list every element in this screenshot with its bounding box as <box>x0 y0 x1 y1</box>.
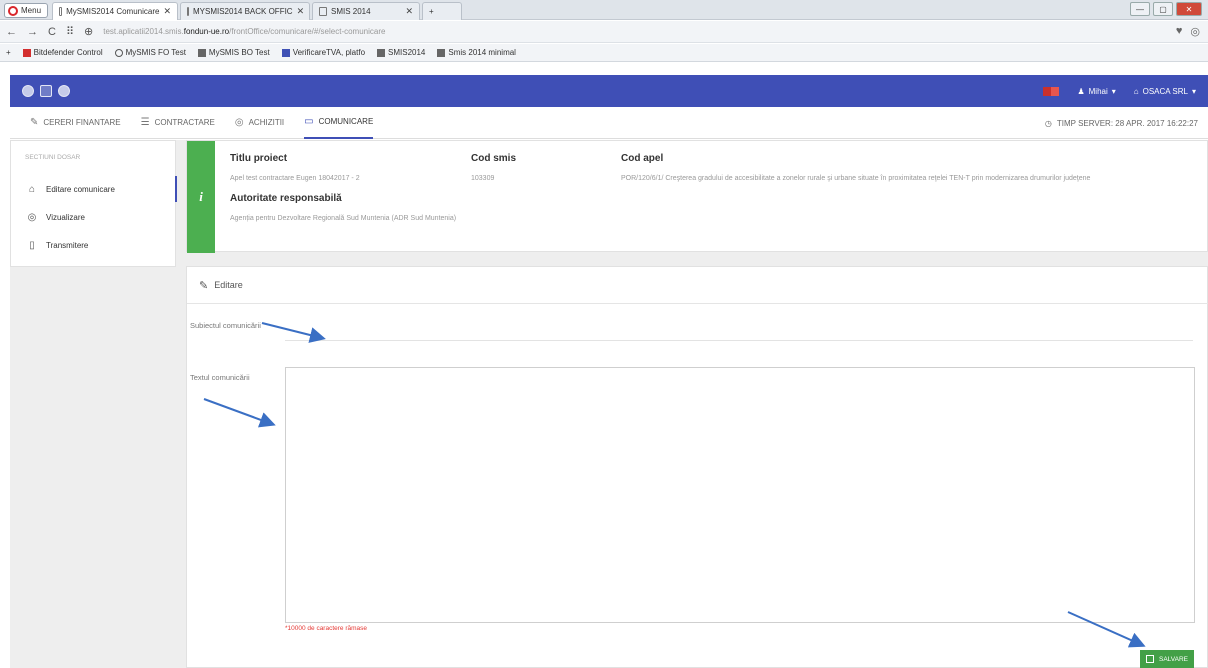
save-button[interactable]: SALVARE <box>1140 650 1194 668</box>
language-flag-icon[interactable] <box>1043 86 1060 96</box>
caret-down-icon: ▾ <box>1111 86 1116 96</box>
main-nav: ✎ CERERI FINANTARE ☰ CONTRACTARE ◎ ACHIZITI… <box>10 107 1208 139</box>
project-info-card: i Titlu proiect Apel test contractare Eu… <box>186 140 1208 253</box>
tva-icon <box>281 48 290 57</box>
new-tab-button[interactable]: + <box>422 2 462 20</box>
cod-apel-value: POR/120/6/1/ Creşterea gradului de acces… <box>621 175 1091 182</box>
titlu-proiect-label: Titlu proiect <box>230 153 288 164</box>
pencil-icon: ✎ <box>199 279 209 292</box>
edit-card-header: ✎ Editare <box>187 267 1208 304</box>
message-textarea[interactable] <box>285 367 1195 623</box>
page-icon <box>319 7 327 16</box>
browser-tab-comunicare[interactable]: MySMIS2014 Comunicare ✕ <box>52 2 178 20</box>
eu-logo-icon[interactable] <box>22 85 34 97</box>
sidebar-item-transmitere[interactable]: ▯ Transmitere <box>11 232 177 258</box>
lock-icon: ⊕ <box>84 26 94 38</box>
gov-logo-icon[interactable] <box>40 85 52 97</box>
page-icon <box>187 7 189 16</box>
cod-apel-label: Cod apel <box>621 153 664 164</box>
stack-icon: ◎ <box>234 117 244 128</box>
close-tab-icon[interactable]: ✕ <box>405 6 413 17</box>
edit-card: ✎ Editare Subiectul comunicării Textul c… <box>186 266 1208 668</box>
folder-icon <box>377 48 386 57</box>
close-tab-icon[interactable]: ✕ <box>297 6 305 17</box>
bookmark-smis2014[interactable]: SMIS2014 <box>377 48 425 57</box>
autoritate-label: Autoritate responsabilă <box>230 193 342 204</box>
send-icon: ▯ <box>29 239 35 251</box>
window-controls: — ▢ ✕ <box>1130 2 1202 16</box>
stack-icon: ◎ <box>27 211 37 223</box>
bank-icon: ⌂ <box>1133 86 1139 96</box>
sidebar: SECTIUNI DOSAR ⌂ Editare comunicare ◎ Vizu… <box>10 140 177 267</box>
back-icon[interactable]: ← <box>6 26 17 38</box>
browser-tab-backoffice[interactable]: MYSMIS2014 BACK OFFIC ✕ <box>180 2 310 20</box>
circle-icon <box>114 48 123 57</box>
organization-menu[interactable]: ⌂ OSACA SRL ▾ <box>1134 87 1196 96</box>
bitdefender-icon <box>22 48 31 57</box>
titlu-proiect-value: Apel test contractare Eugen 18042017 - 2 <box>230 175 360 182</box>
bookmarks-bar: + Bitdefender Control MySMIS FO Test MyS… <box>0 44 1208 62</box>
subject-label: Subiectul comunicării <box>190 321 261 330</box>
folder-icon <box>197 48 206 57</box>
nav-achizitii[interactable]: ◎ ACHIZITII <box>235 107 284 139</box>
pencil-icon: ✎ <box>30 117 39 128</box>
bookmark-bitdefender[interactable]: Bitdefender Control <box>22 48 103 57</box>
reload-icon[interactable]: C <box>48 26 56 38</box>
forward-icon[interactable]: → <box>27 26 38 38</box>
app-header: ♟ Mihai ▾ ⌂ OSACA SRL ▾ <box>10 75 1208 107</box>
browser-menu-button[interactable]: Menu <box>4 3 48 18</box>
floppy-disk-icon <box>1145 655 1154 663</box>
plus-icon: + <box>429 7 434 16</box>
address-bar: ← → C ⠿ ⊕ test.aplicatii2014.smis.fondun… <box>0 21 1208 43</box>
info-icon: i <box>187 141 215 253</box>
sidebar-item-vizualizare[interactable]: ◎ Vizualizare <box>11 204 177 230</box>
apps-grid-icon[interactable]: ⠿ <box>66 25 74 38</box>
sidebar-item-editare[interactable]: ⌂ Editare comunicare <box>11 176 177 202</box>
chars-remaining: *10000 de caractere rămase <box>285 625 368 632</box>
add-bookmark-icon[interactable]: + <box>6 48 11 57</box>
cod-smis-value: 103309 <box>471 175 495 182</box>
cod-smis-label: Cod smis <box>471 153 517 164</box>
nav-cereri-finantare[interactable]: ✎ CERERI FINANTARE <box>30 107 121 139</box>
bookmark-smis-minimal[interactable]: Smis 2014 minimal <box>437 48 516 57</box>
heart-icon[interactable]: ♥ <box>1176 25 1183 38</box>
home-icon: ⌂ <box>28 183 36 195</box>
nav-comunicare[interactable]: ▭ COMUNICARE <box>304 107 374 139</box>
window-close-button[interactable]: ✕ <box>1176 2 1202 16</box>
bookmark-mysmis-fo[interactable]: MySMIS FO Test <box>114 48 186 57</box>
page-icon <box>59 7 63 16</box>
server-time: ◷ TIMP SERVER: 28 APR. 2017 16:22:27 <box>1044 118 1198 128</box>
sidebar-title: SECTIUNI DOSAR <box>25 154 81 161</box>
text-label: Textul comunicării <box>190 373 250 382</box>
bookmark-mysmis-bo[interactable]: MySMIS BO Test <box>197 48 270 57</box>
app-logos <box>22 85 70 97</box>
minimize-button[interactable]: — <box>1130 2 1150 16</box>
chat-icon: ▭ <box>304 116 314 127</box>
url-field[interactable]: test.aplicatii2014.smis.fondun-ue.ro/fro… <box>103 27 385 36</box>
user-icon: ♟ <box>1077 86 1085 96</box>
browser-tab-smis[interactable]: SMIS 2014 ✕ <box>312 2 420 20</box>
extension-icon[interactable]: ◎ <box>1190 25 1200 38</box>
document-icon: ☰ <box>140 117 150 128</box>
nav-contractare[interactable]: ☰ CONTRACTARE <box>141 107 215 139</box>
user-menu[interactable]: ♟ Mihai ▾ <box>1077 87 1115 96</box>
subject-input[interactable] <box>285 340 1193 341</box>
folder-icon <box>437 48 446 57</box>
caret-down-icon: ▾ <box>1191 86 1196 96</box>
autoritate-value: Agenția pentru Dezvoltare Regională Sud … <box>230 215 457 222</box>
opera-logo-icon <box>8 5 18 16</box>
browser-tabstrip: Menu MySMIS2014 Comunicare ✕ MYSMIS2014 … <box>0 0 1208 20</box>
bookmark-verificare-tva[interactable]: VerificareTVA, platfo <box>281 48 365 57</box>
close-tab-icon[interactable]: ✕ <box>163 6 171 17</box>
maximize-button[interactable]: ▢ <box>1153 2 1173 16</box>
smis-logo-icon[interactable] <box>58 85 70 97</box>
clock-icon: ◷ <box>1044 118 1052 128</box>
